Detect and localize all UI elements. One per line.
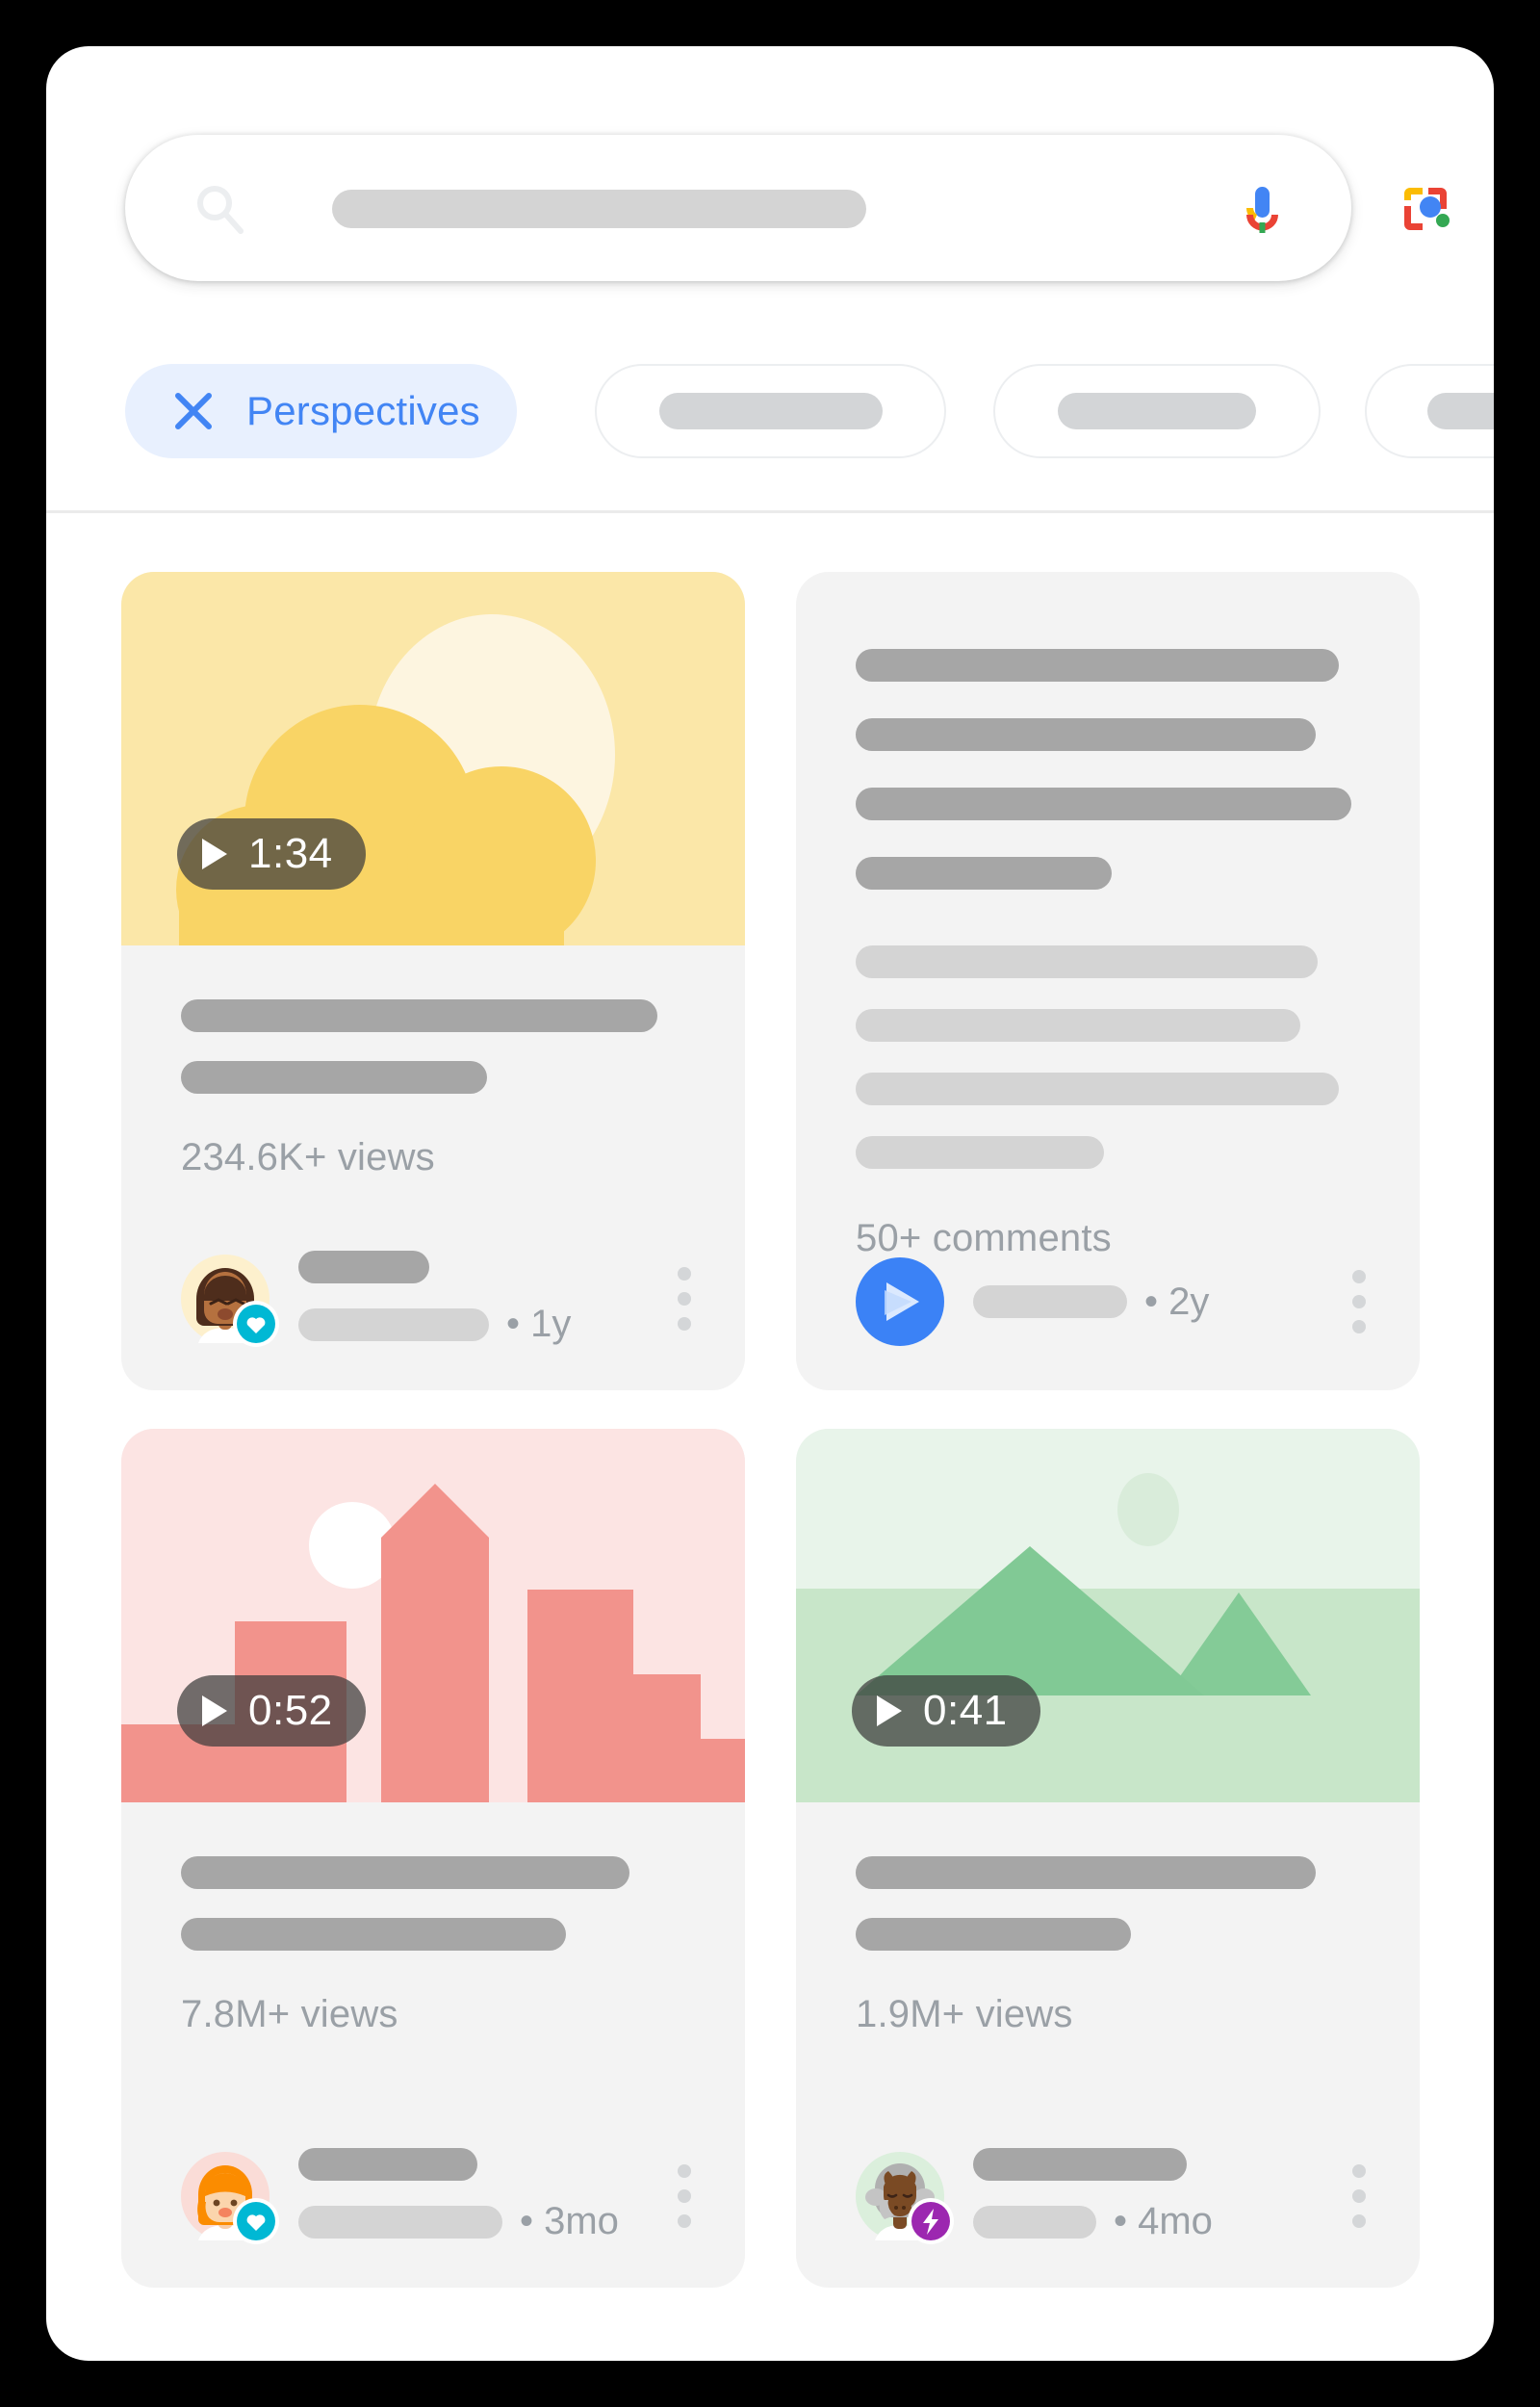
- heart-badge-icon: [233, 2197, 279, 2244]
- author-name-placeholder: [973, 2148, 1187, 2181]
- title-placeholder-line: [856, 1918, 1131, 1951]
- text-placeholder-line: [856, 1009, 1300, 1042]
- timestamp: • 2y: [1144, 1280, 1210, 1323]
- filter-chip-4[interactable]: [1365, 364, 1494, 458]
- pink-cityscape-illustration: 0:52: [121, 1429, 745, 1802]
- video-duration-badge: 1:34: [177, 818, 366, 890]
- video-duration-badge: 0:52: [177, 1675, 366, 1747]
- search-input[interactable]: [332, 190, 866, 228]
- author-handle-placeholder: [973, 2205, 1096, 2239]
- result-card-text-comments[interactable]: 50+ comments • 2y: [796, 572, 1420, 1390]
- timestamp: • 4mo: [1114, 2200, 1213, 2242]
- app-panel: Perspectives 1:34 234.6K+ views • 1y 50+…: [46, 46, 1494, 2361]
- title-placeholder-line: [181, 999, 657, 1032]
- blue-play-star-avatar: [856, 1257, 944, 1346]
- title-placeholder-line: [181, 1856, 629, 1889]
- text-placeholder-line: [856, 945, 1318, 978]
- avatar[interactable]: [856, 2151, 954, 2244]
- filter-chip-placeholder: [1427, 393, 1494, 429]
- header-divider: [46, 510, 1494, 513]
- author-handle-placeholder: [298, 1307, 489, 1341]
- card-body: 1.9M+ views: [796, 1856, 1420, 2036]
- microphone-icon[interactable]: [1228, 175, 1296, 243]
- search-icon: [194, 183, 246, 235]
- text-placeholder-line: [856, 788, 1351, 820]
- video-duration-text: 1:34: [248, 830, 333, 877]
- title-placeholder-line: [181, 1061, 487, 1094]
- timestamp: • 1y: [506, 1303, 572, 1345]
- avatar[interactable]: [181, 1254, 279, 1347]
- text-placeholder-line: [856, 718, 1316, 751]
- author-info: • 2y: [973, 1281, 1209, 1324]
- play-icon: [202, 839, 227, 869]
- filter-chip-3[interactable]: [993, 364, 1321, 458]
- filter-chips-row: Perspectives: [46, 349, 1494, 503]
- author-handle-placeholder: [298, 2205, 502, 2239]
- card-footer: • 3mo: [181, 2148, 691, 2244]
- video-duration-text: 0:52: [248, 1687, 333, 1734]
- avatar[interactable]: [856, 1257, 944, 1346]
- author-info: • 4mo: [973, 2148, 1213, 2243]
- filter-chip-perspectives[interactable]: Perspectives: [125, 364, 517, 458]
- filter-chip-placeholder: [1058, 393, 1256, 429]
- text-placeholder-line: [856, 1073, 1339, 1105]
- video-duration-text: 0:41: [923, 1687, 1008, 1734]
- card-body: 234.6K+ views: [121, 999, 745, 1179]
- search-bar[interactable]: [125, 135, 1450, 281]
- text-placeholder-line: [856, 1136, 1104, 1169]
- filter-chip-2[interactable]: [595, 364, 946, 458]
- card-body: 50+ comments: [796, 649, 1420, 1260]
- timestamp: • 3mo: [520, 2200, 619, 2242]
- play-icon: [877, 1695, 902, 1726]
- sun-and-clouds-illustration: 1:34: [121, 572, 745, 945]
- title-placeholder-line: [181, 1918, 566, 1951]
- more-vert-icon[interactable]: [1352, 1270, 1366, 1333]
- card-footer: • 1y: [181, 1251, 691, 1347]
- avatar[interactable]: [181, 2151, 279, 2244]
- author-name-placeholder: [298, 1251, 429, 1283]
- google-lens-icon[interactable]: [1392, 175, 1459, 243]
- card-body: 7.8M+ views: [121, 1856, 745, 2036]
- text-placeholder-line: [856, 857, 1112, 890]
- result-card-video-city[interactable]: 0:52 7.8M+ views • 3mo: [121, 1429, 745, 2288]
- author-name-placeholder: [298, 2148, 477, 2181]
- card-footer: • 4mo: [856, 2148, 1366, 2244]
- video-duration-badge: 0:41: [852, 1675, 1040, 1747]
- card-footer: • 2y: [856, 1257, 1366, 1346]
- view-count: 7.8M+ views: [181, 1993, 398, 2035]
- close-x-icon[interactable]: [171, 389, 216, 433]
- filter-chip-placeholder: [658, 393, 883, 429]
- author-info: • 1y: [298, 1251, 571, 1346]
- green-mountains-illustration: 0:41: [796, 1429, 1420, 1802]
- more-vert-icon[interactable]: [678, 1266, 691, 1331]
- author-name-placeholder: [973, 1285, 1127, 1318]
- result-card-video-mountains[interactable]: 0:41 1.9M+ views • 4mo: [796, 1429, 1420, 2288]
- result-card-video-clouds[interactable]: 1:34 234.6K+ views • 1y: [121, 572, 745, 1390]
- text-placeholder-line: [856, 649, 1339, 682]
- view-count: 1.9M+ views: [856, 1993, 1073, 2035]
- heart-badge-icon: [233, 1300, 279, 1347]
- more-vert-icon[interactable]: [1352, 2163, 1366, 2228]
- play-icon: [202, 1695, 227, 1726]
- lightning-bolt-badge-icon: [908, 2197, 954, 2244]
- view-count: 234.6K+ views: [181, 1136, 435, 1178]
- title-placeholder-line: [856, 1856, 1316, 1889]
- filter-chip-label: Perspectives: [246, 388, 480, 433]
- author-info: • 3mo: [298, 2148, 619, 2243]
- comment-count: 50+ comments: [856, 1217, 1112, 1259]
- more-vert-icon[interactable]: [678, 2163, 691, 2228]
